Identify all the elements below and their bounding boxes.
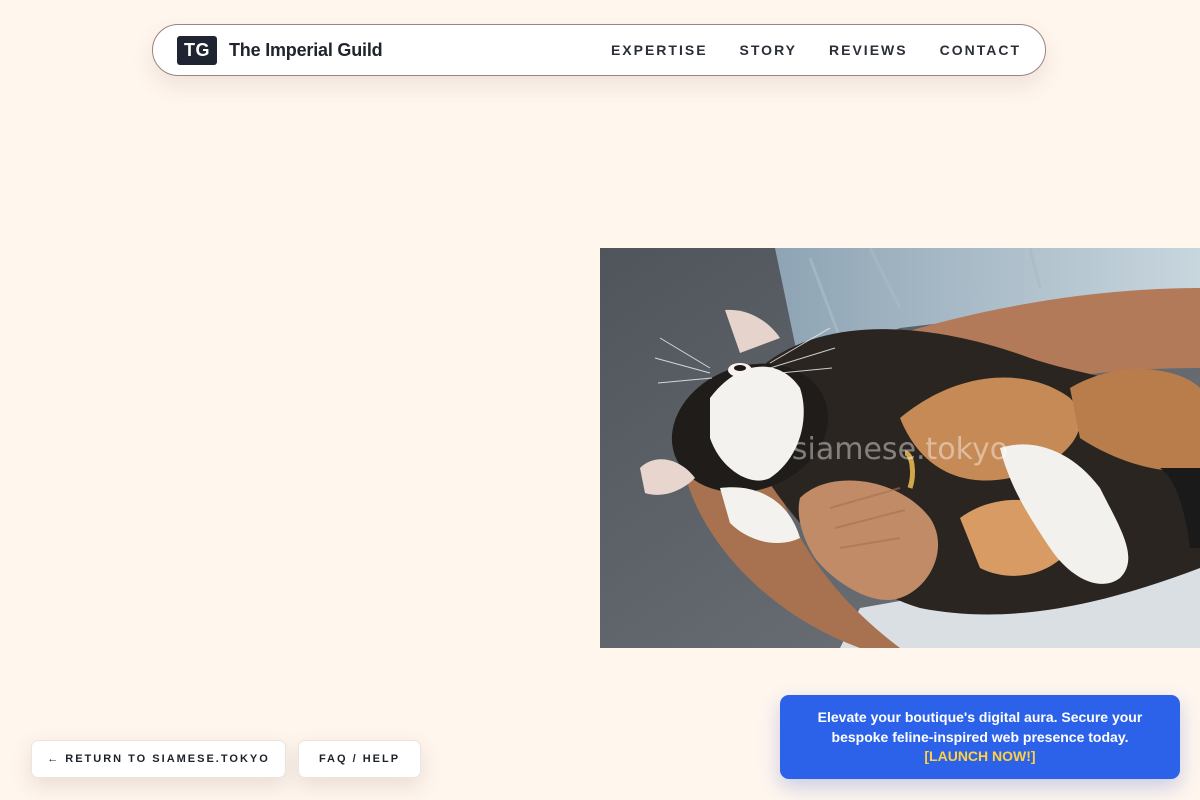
launch-now-link[interactable]: [LAUNCH NOW!]	[808, 747, 1152, 767]
brand-name[interactable]: The Imperial Guild	[229, 40, 383, 61]
nav-link-expertise[interactable]: EXPERTISE	[611, 42, 708, 58]
nav-link-contact[interactable]: CONTACT	[940, 42, 1021, 58]
nav-link-story[interactable]: STORY	[740, 42, 797, 58]
page: TG The Imperial Guild EXPERTISE STORY RE…	[0, 0, 1200, 800]
promo-banner: Elevate your boutique's digital aura. Se…	[780, 695, 1180, 779]
return-to-site-button[interactable]: ← RETURN TO SIAMESE.TOKYO	[31, 740, 286, 778]
watermark-text: siamese.tokyo	[791, 432, 1009, 467]
faq-help-button[interactable]: FAQ / HELP	[298, 740, 421, 778]
logo-badge[interactable]: TG	[177, 35, 217, 65]
top-navbar: TG The Imperial Guild EXPERTISE STORY RE…	[152, 24, 1046, 76]
nav-links: EXPERTISE STORY REVIEWS CONTACT	[611, 42, 1021, 58]
promo-text: Elevate your boutique's digital aura. Se…	[817, 709, 1143, 745]
nav-link-reviews[interactable]: REVIEWS	[829, 42, 908, 58]
hero-cat-photo: siamese.tokyo	[600, 248, 1200, 648]
